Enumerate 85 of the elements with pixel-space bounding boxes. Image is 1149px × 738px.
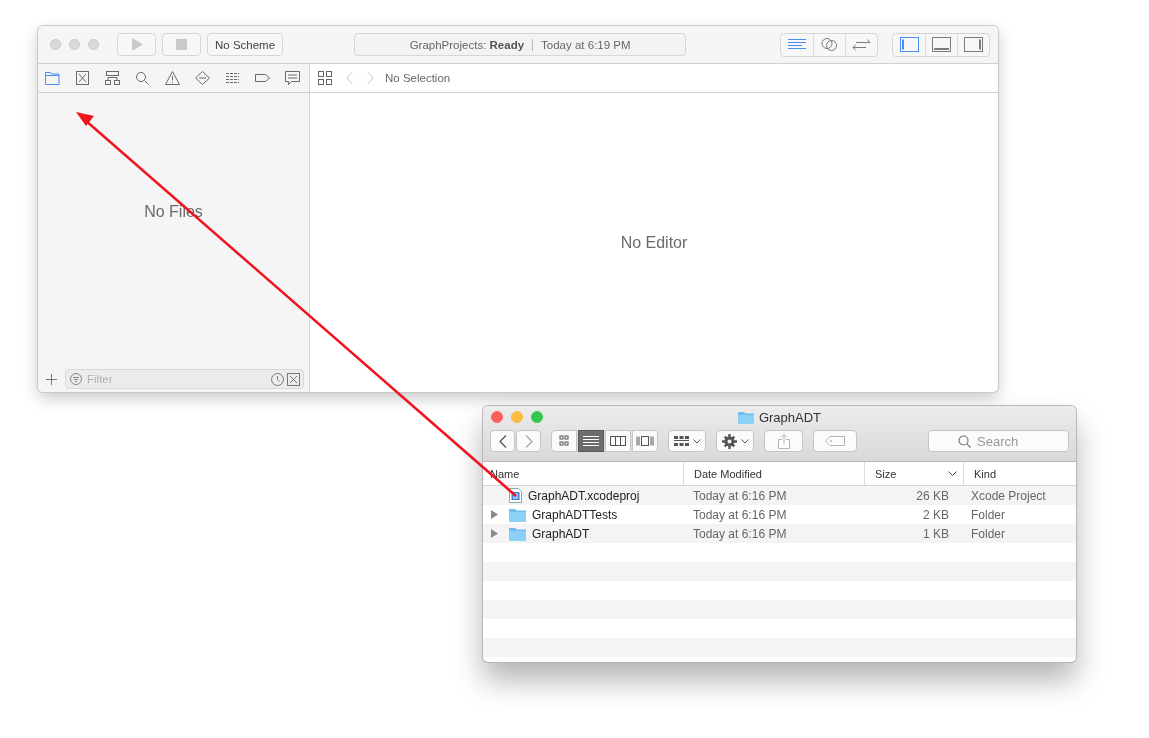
chevron-down-icon (740, 438, 749, 444)
cover-flow-view-icon (636, 435, 654, 447)
file-name[interactable]: GraphADT.xcodeproj (528, 488, 640, 503)
navigator-tab[interactable] (255, 71, 270, 85)
navigator-tab[interactable] (225, 71, 240, 85)
navigator-tab[interactable] (285, 71, 300, 85)
lines-icon (788, 38, 806, 51)
view-mode-button[interactable] (551, 430, 577, 452)
plus-icon[interactable] (46, 373, 57, 385)
file-name[interactable]: GraphADT (532, 526, 590, 541)
search-icon (135, 71, 150, 85)
navigator-tab[interactable] (165, 71, 180, 85)
disclosure-triangle-icon[interactable] (491, 510, 498, 519)
diamond-icon (195, 71, 210, 85)
date-cell-text: Today at 6:16 PM (692, 526, 788, 541)
filter-icon (70, 373, 82, 385)
folder-icon (509, 507, 526, 522)
gear-icon (721, 433, 737, 449)
empty-message: No Editor (620, 233, 688, 252)
column-header[interactable]: Date Modified (683, 462, 864, 485)
list-icon (225, 71, 240, 85)
column-header[interactable]: Kind (963, 462, 1076, 485)
warning-icon (165, 71, 180, 85)
navigator-tab[interactable] (45, 71, 60, 85)
share-icon (777, 433, 790, 449)
tag-icon (255, 71, 270, 85)
forward-icon (524, 434, 533, 448)
disclosure-triangle-icon[interactable] (491, 529, 498, 538)
search-field[interactable]: Search (928, 430, 1069, 452)
grid-icon[interactable] (318, 71, 332, 85)
jump-bar-path: No Selection (385, 72, 451, 84)
clock-icon[interactable] (271, 373, 284, 386)
back-icon (498, 434, 507, 448)
size-cell-text: 2 KB (922, 507, 950, 522)
column-header[interactable]: Size (864, 462, 963, 485)
view-mode-button[interactable] (632, 430, 658, 452)
view-mode-button[interactable] (605, 430, 631, 452)
source-control-icon (75, 71, 90, 85)
panel-toggle-control[interactable] (892, 32, 990, 57)
chevron-down-icon (692, 438, 701, 444)
stop-icon (176, 39, 187, 50)
date-cell-text: Today at 6:16 PM (692, 507, 788, 522)
view-mode-button[interactable] (578, 430, 604, 452)
folder-icon (737, 410, 754, 424)
navigator-tab[interactable] (75, 71, 90, 85)
panel-icon (899, 37, 919, 52)
navigator-tab[interactable] (135, 71, 150, 85)
panel-icon (964, 37, 983, 52)
navigator-tab[interactable] (195, 71, 210, 85)
project-status: GraphProjects: Ready (409, 38, 525, 51)
arrange-button[interactable] (668, 430, 706, 452)
size-cell-text: 1 KB (922, 526, 950, 541)
overlapping-circles-icon (821, 37, 838, 52)
hierarchy-icon (105, 71, 120, 85)
play-icon (130, 38, 143, 51)
column-header[interactable]: Name (483, 462, 683, 485)
columns-view-icon (609, 435, 627, 447)
comment-icon (285, 71, 300, 85)
list-view-icon (582, 435, 600, 447)
tag-button[interactable] (813, 430, 857, 452)
kind-cell-text: Folder (970, 526, 1006, 541)
back-button[interactable] (490, 430, 515, 452)
folder-icon (509, 526, 526, 541)
chevron-down-icon (948, 471, 957, 476)
filter-field[interactable]: Filter (65, 369, 304, 389)
search-icon (958, 435, 971, 448)
kind-cell-text: Xcode Project (970, 488, 1047, 503)
tag-icon (825, 436, 845, 446)
size-cell-text: 26 KB (915, 488, 950, 503)
share-button[interactable] (764, 430, 803, 452)
panel-icon (932, 37, 951, 52)
scheme-selector[interactable]: No Scheme (207, 33, 284, 56)
action-button[interactable] (716, 430, 754, 452)
arrows-icon (852, 38, 871, 51)
navigator-tab[interactable] (105, 71, 120, 85)
arrange-icon (673, 435, 689, 447)
folder-icon (45, 71, 60, 85)
window-control[interactable] (491, 411, 503, 423)
status-time: Today at 6:19 PM (541, 38, 631, 51)
kind-cell-text: Folder (970, 507, 1006, 522)
date-cell-text: Today at 6:16 PM (692, 488, 788, 503)
scope-icon[interactable] (287, 373, 300, 386)
file-name[interactable]: GraphADTTests (532, 507, 618, 522)
editor-mode-control[interactable] (780, 32, 878, 57)
window-title: GraphADT (758, 409, 822, 425)
